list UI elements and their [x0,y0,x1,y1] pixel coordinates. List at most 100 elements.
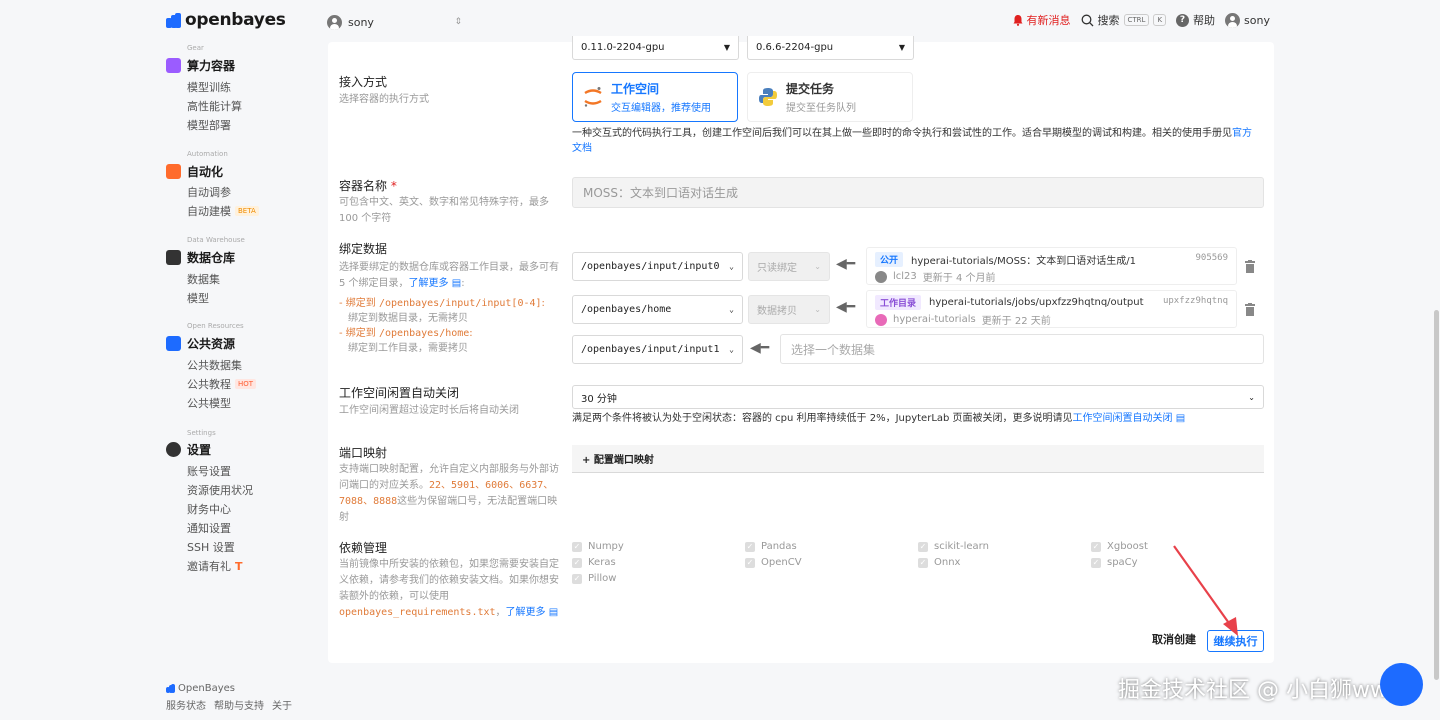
sidebar-item-label: 公共教程 [187,378,231,391]
trash-icon[interactable] [1244,303,1256,317]
brand-logo[interactable]: openbayes [166,10,286,30]
bind-path-select-2[interactable]: /openbayes/home ⌄ [572,295,743,324]
sidebar-item-public-datasets[interactable]: 公共数据集 [187,357,242,373]
updown-chevron-icon: ⇕ [454,17,462,27]
sidebar-section-warehouse[interactable]: 数据仓库 [166,249,235,266]
page-scrollbar[interactable] [1434,310,1439,680]
label-text: 容器名称 [339,179,388,193]
checkbox-checked-icon: ✓ [572,573,582,584]
sidebar-section-gear[interactable]: 算力容器 [166,57,235,74]
sidebar-item-automl[interactable]: 自动建模 BETA [187,203,259,219]
learn-more-link[interactable]: 了解更多 [506,607,546,618]
sidebar-item-ssh[interactable]: SSH 设置 [187,539,235,555]
dataset-version-hash: 905569 [1195,253,1228,263]
dep-name: Pillow [588,573,617,584]
sidebar-item-autotune[interactable]: 自动调参 [187,184,231,200]
footer-link-about[interactable]: 关于 [272,697,292,712]
idle-duration-select[interactable]: 30 分钟 ⌄ [572,385,1264,409]
docs-link-continued[interactable]: 文档 [572,143,592,154]
section-en-gear: Gear [187,44,204,52]
checkbox-checked-icon: ✓ [918,541,928,552]
trash-icon[interactable] [1244,260,1256,274]
access-mode-label: 接入方式 [339,75,388,89]
sidebar-item-label: 自动建模 [187,205,231,218]
sidebar-item-invite[interactable]: 邀请有礼 T [187,558,243,574]
job-id: upxfzz9hqtnq [1162,296,1228,306]
account-switcher[interactable]: sony ⇕ [327,12,462,32]
footer-link-support[interactable]: 帮助与支持 [214,697,264,712]
desc-line: 支持端口映射配置，允许自定义内部服务与外部访 [339,464,559,475]
search-trigger[interactable]: 搜索 CTRL K [1081,12,1167,28]
beta-badge: BETA [235,206,259,216]
dep-checkbox-numpy: ✓ Numpy [572,541,624,552]
checkbox-checked-icon: ✓ [745,557,755,568]
checkbox-checked-icon: ✓ [918,557,928,568]
automation-icon [166,164,181,179]
dataset-title-line: 公开 hyperai-tutorials/MOSS：文本到口语对话生成/1 [875,252,1136,267]
help-icon: ? [1176,13,1190,27]
access-note-text: 一种交互式的代码执行工具，创建工作空间后我们可以在其上做一些即时的命令执行和尝试… [572,128,1232,139]
hint-desc: 绑定到数据目录，无需拷贝 [348,313,468,324]
sidebar-item-usage[interactable]: 资源使用状况 [187,482,253,498]
docs-link[interactable]: 官方 [1232,128,1252,139]
help-link[interactable]: ? 帮助 [1176,12,1215,28]
search-label: 搜索 [1097,14,1120,27]
arrow-left-icon: ◀━ [836,256,856,272]
sidebar-section-settings[interactable]: 设置 [166,441,211,458]
bind-path-select-3[interactable]: /openbayes/input/input1 ⌄ [572,335,743,364]
footer-brand: OpenBayes [166,683,292,694]
footer-link-status[interactable]: 服务状态 [166,697,206,712]
mode-task-card[interactable]: 提交任务 提交至任务队列 [747,72,913,122]
bind-data-label: 绑定数据 [339,242,388,256]
sidebar-item-notifications[interactable]: 通知设置 [187,520,231,536]
desc-line: 射 [339,512,349,523]
notification-link[interactable]: 有新消息 [1012,12,1071,28]
bell-icon [1013,15,1023,26]
annotation-arrow-icon [1173,545,1238,636]
sidebar-section-automation[interactable]: 自动化 [166,163,223,180]
sidebar-item-training[interactable]: 模型训练 [187,79,231,95]
hint-path: /openbayes/input/input[0-4] [378,298,542,309]
sidebar-item-public-models[interactable]: 公共模型 [187,395,231,411]
dep-checkbox-opencv: ✓ OpenCV [745,557,802,568]
desc-line: 义依赖，请参考我们的依赖安装文档。如果你想安 [339,575,559,586]
select-value: /openbayes/input/input1 [581,344,720,355]
dep-name: scikit-learn [934,541,989,552]
dataset-select-input[interactable]: 选择一个数据集 [780,334,1264,364]
select-value: 30 分钟 [581,393,617,405]
configure-port-mapping-button[interactable]: + 配置端口映射 [572,445,1264,473]
learn-more-link[interactable]: 了解更多 [409,278,449,289]
bind-hints: - 绑定到 /openbayes/input/input[0-4]: 绑定到数据… [339,296,569,356]
idle-shutdown-label: 工作空间闲置自动关闭 [339,386,460,400]
sidebar-item-finance[interactable]: 财务中心 [187,501,231,517]
dependencies-desc: 当前镜像中所安装的依赖包，如果您需要安装自定 义依赖，请参考我们的依赖安装文档。… [339,557,569,621]
dep-name: spaCy [1107,557,1138,568]
image-version-select[interactable]: 0.11.0-2204-gpu ▼ [572,36,739,60]
bound-dataset-card-2[interactable]: 工作目录 hyperai-tutorials/jobs/upxfzz9hqtnq… [866,290,1237,328]
sidebar-section-public[interactable]: 公共资源 [166,335,235,352]
owner-avatar-icon [875,313,887,326]
user-menu[interactable]: sony [1225,12,1270,28]
port-mapping-label: 端口映射 [339,446,388,460]
desc-line: 选择要绑定的数据仓库或容器工作目录，最多可有 [339,262,559,273]
dataset-name: hyperai-tutorials/MOSS：文本到口语对话生成/1 [911,256,1136,267]
sidebar-item-deploy[interactable]: 模型部署 [187,117,231,133]
dataset-updated: 更新于 4 个月前 [922,273,996,284]
access-mode-note: 一种交互式的代码执行工具，创建工作空间后我们可以在其上做一些即时的命令执行和尝试… [572,126,1264,156]
bind-path-select-1[interactable]: /openbayes/input/input0 ⌄ [572,252,743,281]
sidebar-item-models[interactable]: 模型 [187,290,209,306]
owner-avatar-icon [875,270,887,283]
dep-checkbox-spacy: ✓ spaCy [1091,557,1138,568]
sidebar-item-datasets[interactable]: 数据集 [187,271,220,287]
container-name-input[interactable]: MOSS：文本到口语对话生成 [572,177,1264,208]
idle-docs-link[interactable]: 工作空间闲置自动关闭 [1073,413,1173,424]
checkbox-checked-icon: ✓ [572,557,582,568]
sidebar-item-account[interactable]: 账号设置 [187,463,231,479]
sidebar-item-public-tutorials[interactable]: 公共教程 HOT [187,376,257,392]
mode-workspace-card[interactable]: 工作空间 交互编辑器，推荐使用 [572,72,738,122]
bound-dataset-card-1[interactable]: 公开 hyperai-tutorials/MOSS：文本到口语对话生成/1 90… [866,247,1237,285]
bind-mode-select-2: 数据拷贝 ⌄ [748,295,830,324]
framework-version-select[interactable]: 0.6.6-2204-gpu ▼ [747,36,914,60]
sidebar-item-hpc[interactable]: 高性能计算 [187,98,242,114]
section-en-settings: Settings [187,429,216,437]
